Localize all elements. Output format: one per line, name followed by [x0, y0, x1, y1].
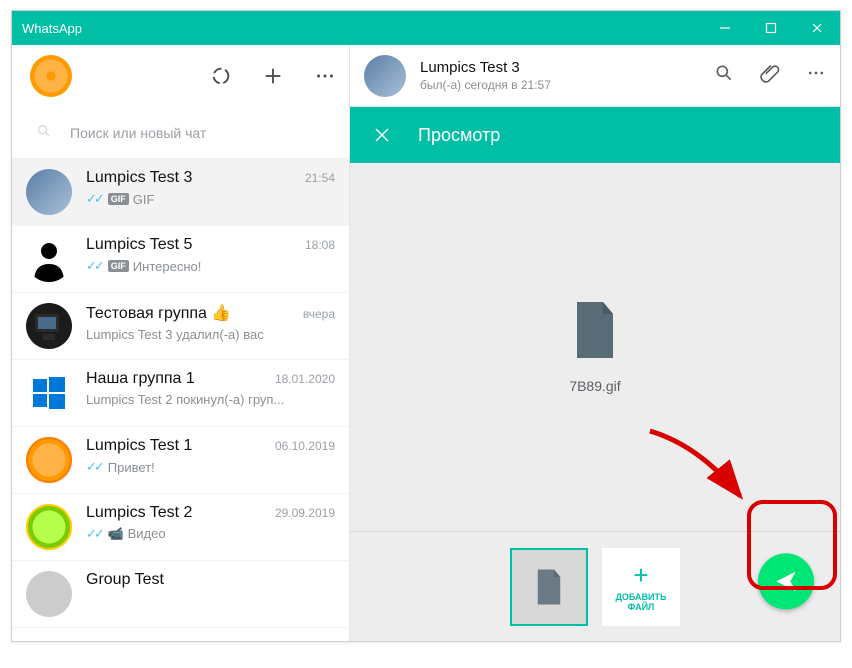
chat-last-message: Lumpics Test 3 удалил(-а) вас: [86, 327, 335, 342]
chat-name: Lumpics Test 5: [86, 236, 297, 254]
chat-item[interactable]: Lumpics Test 321:54✓✓GIF GIF: [12, 159, 349, 226]
chat-time: 06.10.2019: [275, 439, 335, 453]
gif-badge: GIF: [108, 260, 129, 272]
app-window: WhatsApp: [11, 10, 841, 642]
search-placeholder: Поиск или новый чат: [70, 125, 206, 141]
chat-avatar: [26, 571, 72, 617]
main-panel: Lumpics Test 3 был(-а) сегодня в 21:57: [350, 45, 840, 641]
chat-name: Lumpics Test 1: [86, 437, 267, 455]
chat-name: Lumpics Test 2: [86, 504, 267, 522]
read-ticks-icon: ✓✓: [86, 191, 102, 207]
chat-name: Тестовая группа 👍: [86, 303, 295, 323]
maximize-button[interactable]: [748, 11, 794, 45]
chat-item[interactable]: Тестовая группа 👍 вчера Lumpics Test 3 уд…: [12, 293, 349, 360]
chat-last-message: ✓✓GIF GIF: [86, 191, 335, 207]
chat-name: Lumpics Test 3: [86, 169, 297, 187]
plus-icon: +: [633, 562, 648, 588]
menu-icon[interactable]: [311, 62, 339, 90]
preview-title: Просмотр: [418, 125, 500, 146]
chat-name: Group Test: [86, 571, 327, 589]
read-ticks-icon: ✓✓: [86, 526, 102, 542]
chat-item[interactable]: Lumpics Test 518:08✓✓GIF Интересно!: [12, 226, 349, 293]
sidebar: Поиск или новый чат Lumpics Test 3 21:54 ✓…: [12, 45, 350, 641]
chat-time: 18:08: [305, 238, 335, 252]
chat-time: вчера: [303, 307, 335, 321]
add-file-label: ДОБАВИТЬ ФАЙЛ: [602, 592, 680, 612]
chat-item[interactable]: Наша группа 1 18.01.2020 Lumpics Test 2 п…: [12, 360, 349, 427]
close-button[interactable]: [794, 11, 840, 45]
status-icon[interactable]: [207, 62, 235, 90]
my-avatar[interactable]: [30, 55, 72, 97]
chat-last-message: Lumpics Test 2 покинул(-а) груп...: [86, 392, 335, 407]
gif-badge: GIF: [108, 193, 129, 205]
chat-item[interactable]: Lumpics Test 1 06.10.2019 ✓✓ Привет!: [12, 427, 349, 494]
minimize-button[interactable]: [702, 11, 748, 45]
sidebar-tools: [207, 62, 339, 90]
chat-header-tools: [714, 63, 826, 88]
search-input[interactable]: Поиск или новый чат: [26, 115, 335, 151]
chat-time: 29.09.2019: [275, 506, 335, 520]
read-ticks-icon: ✓✓: [86, 459, 102, 475]
preview-footer: + ДОБАВИТЬ ФАЙЛ: [350, 531, 840, 641]
titlebar: WhatsApp: [12, 11, 840, 45]
send-button-wrap: [758, 553, 814, 609]
sidebar-header: [12, 45, 349, 107]
search-icon: [36, 123, 52, 142]
content: Поиск или новый чат Lumpics Test 3 21:54 ✓…: [12, 45, 840, 641]
preview-close-button[interactable]: [368, 121, 396, 149]
chat-item[interactable]: Group Test: [12, 561, 349, 628]
preview-body: 7B89.gif: [350, 163, 840, 531]
file-name: 7B89.gif: [569, 378, 620, 394]
read-ticks-icon: ✓✓: [86, 258, 102, 274]
chat-header: Lumpics Test 3 был(-а) сегодня в 21:57: [350, 45, 840, 107]
contact-avatar[interactable]: [364, 55, 406, 97]
chat-avatar: [26, 236, 72, 282]
attach-icon[interactable]: [760, 63, 780, 88]
search-in-chat-icon[interactable]: [714, 63, 734, 88]
file-thumbnail[interactable]: [510, 548, 588, 626]
chat-avatar: [26, 303, 72, 349]
search-bar: Поиск или новый чат: [12, 107, 349, 159]
app-title: WhatsApp: [22, 21, 702, 36]
chat-avatar: [26, 169, 72, 215]
chat-last-message: ✓✓ Привет!: [86, 459, 335, 475]
contact-info[interactable]: Lumpics Test 3 был(-а) сегодня в 21:57: [420, 59, 714, 92]
contact-status: был(-а) сегодня в 21:57: [420, 78, 714, 92]
add-file-button[interactable]: + ДОБАВИТЬ ФАЙЛ: [602, 548, 680, 626]
chat-time: 18.01.2020: [275, 372, 335, 386]
chat-menu-icon[interactable]: [806, 63, 826, 88]
chat-avatar: [26, 437, 72, 483]
file-icon: [571, 300, 619, 360]
chat-time: 21:54: [305, 171, 335, 185]
chat-list[interactable]: Lumpics Test 3 21:54 ✓✓ GIF GIF Lumpics Test…: [12, 159, 349, 641]
chat-last-message: ✓✓ 📹 Видео: [86, 526, 335, 542]
chat-item[interactable]: Lumpics Test 2 29.09.2019 ✓✓ 📹 Видео: [12, 494, 349, 561]
chat-name: Наша группа 1: [86, 370, 267, 388]
contact-name: Lumpics Test 3: [420, 59, 714, 76]
chat-avatar: [26, 370, 72, 416]
preview-bar: Просмотр: [350, 107, 840, 163]
send-button[interactable]: [758, 553, 814, 609]
new-chat-icon[interactable]: [259, 62, 287, 90]
chat-last-message: ✓✓GIF Интересно!: [86, 258, 335, 274]
chat-avatar: [26, 504, 72, 550]
